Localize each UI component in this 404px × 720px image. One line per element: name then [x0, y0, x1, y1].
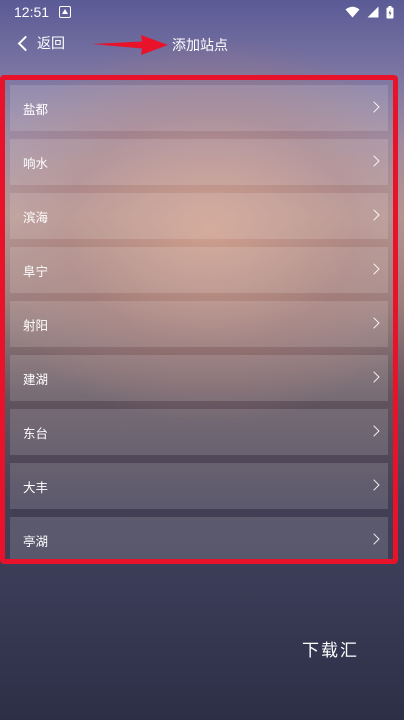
station-list: 盐都 响水 滨海 阜宁 射阳 建湖 东台 大丰 亭湖: [10, 85, 388, 559]
chevron-right-icon: [368, 101, 380, 113]
station-name: 阜宁: [23, 263, 49, 279]
station-item-jianhu[interactable]: 建湖: [10, 355, 388, 401]
station-item-xiangshui[interactable]: 响水: [10, 139, 388, 185]
station-item-funing[interactable]: 阜宁: [10, 247, 388, 293]
notification-icon: [59, 6, 72, 18]
back-chevron-icon: [17, 35, 34, 51]
chevron-right-icon: [368, 479, 380, 491]
cell-signal-icon: [367, 6, 379, 18]
station-name: 响水: [23, 155, 49, 171]
station-item-tinghu[interactable]: 亭湖: [10, 517, 388, 559]
station-name: 滨海: [23, 209, 49, 225]
back-button[interactable]: 返回: [16, 33, 65, 53]
station-item-dafeng[interactable]: 大丰: [10, 463, 388, 509]
watermark: 下载汇: [302, 641, 359, 661]
station-name: 建湖: [23, 371, 49, 387]
page-title: 添加站点: [172, 38, 228, 54]
chevron-right-icon: [368, 263, 380, 275]
chevron-right-icon: [368, 533, 380, 545]
chevron-right-icon: [368, 317, 380, 329]
station-list-panel: 盐都 响水 滨海 阜宁 射阳 建湖 东台 大丰 亭湖: [0, 75, 398, 564]
station-name: 大丰: [23, 479, 49, 495]
station-name: 东台: [23, 425, 49, 441]
battery-icon: [386, 5, 394, 18]
annotation-arrow-icon: [92, 35, 168, 55]
chevron-right-icon: [368, 155, 380, 167]
station-item-yandu[interactable]: 盐都: [10, 85, 388, 131]
status-left: 12:51: [14, 4, 72, 20]
chevron-right-icon: [368, 209, 380, 221]
station-name: 亭湖: [23, 533, 49, 549]
chevron-right-icon: [368, 371, 380, 383]
app-header: 返回 添加站点: [0, 24, 404, 64]
station-item-dongtai[interactable]: 东台: [10, 409, 388, 455]
chevron-right-icon: [368, 425, 380, 437]
status-bar: 12:51: [0, 0, 404, 24]
station-name: 射阳: [23, 317, 49, 333]
status-right: [345, 5, 394, 19]
station-name: 盐都: [23, 101, 49, 117]
wifi-icon: [345, 6, 360, 18]
station-item-binhai[interactable]: 滨海: [10, 193, 388, 239]
station-item-sheyang[interactable]: 射阳: [10, 301, 388, 347]
back-label: 返回: [37, 36, 65, 52]
status-time: 12:51: [14, 4, 50, 20]
